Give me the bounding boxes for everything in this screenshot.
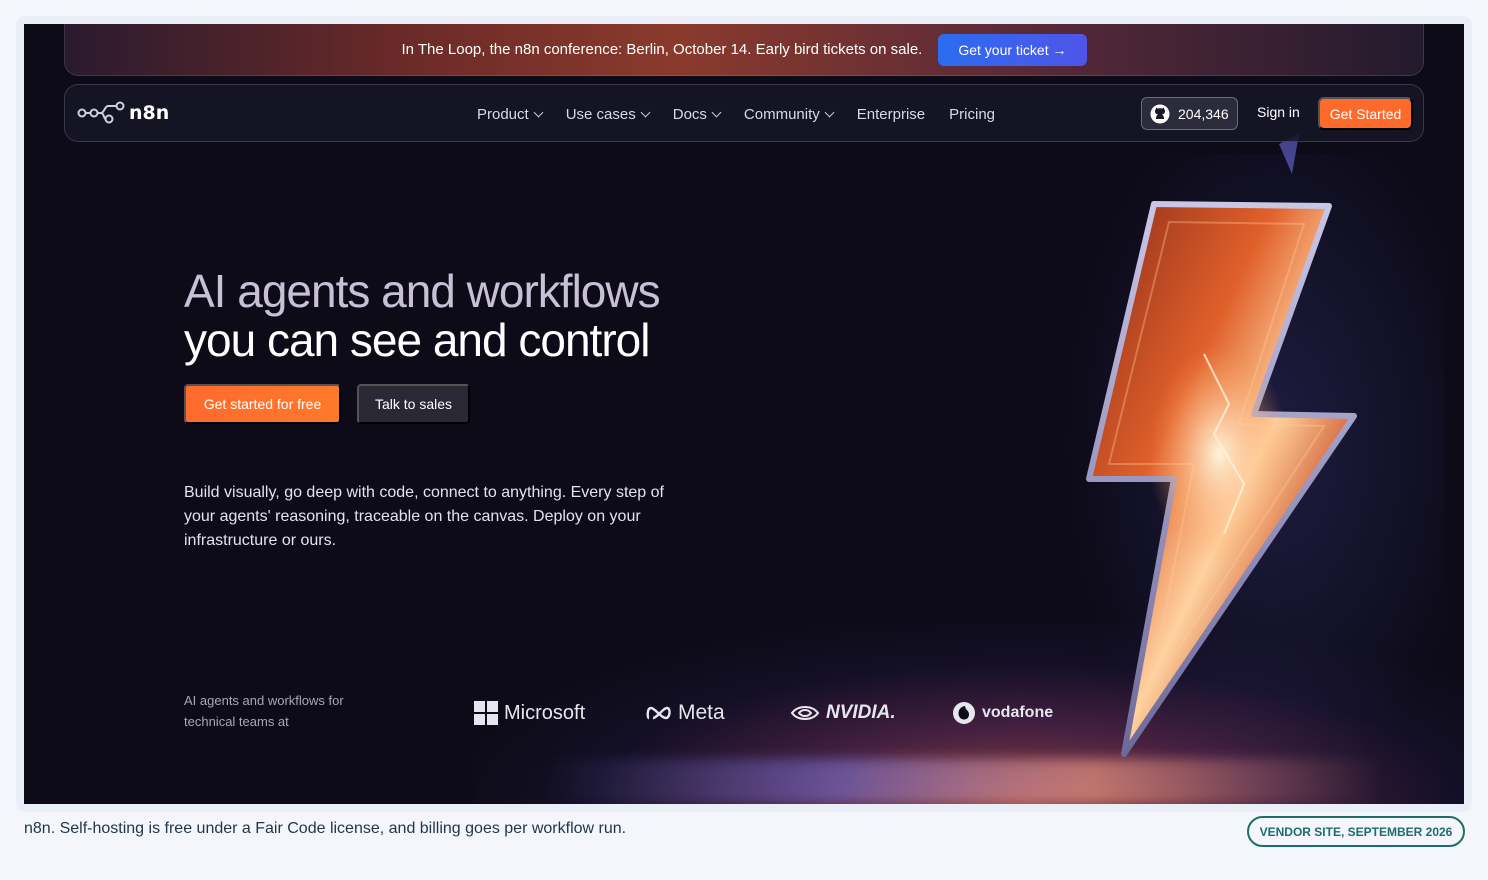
meta-logo: Meta	[646, 701, 790, 725]
nav-community-label: Community	[743, 105, 820, 123]
meta-wordmark: Meta	[678, 701, 725, 724]
customer-logos: Microsoft Meta NVIDIA. vodafone	[474, 698, 1053, 728]
hero-headline-line2: you can see and control	[184, 314, 650, 366]
sign-in-link[interactable]: Sign in	[1257, 104, 1300, 120]
hero-description: Build visually, go deep with code, conne…	[184, 484, 664, 549]
microsoft-wordmark: Microsoft	[504, 701, 586, 724]
banner-text: In The Loop, the n8n conference: Berlin,…	[401, 41, 923, 58]
n8n-logo[interactable]: n8n	[77, 101, 169, 125]
github-icon	[1150, 104, 1170, 123]
talk-to-sales-button[interactable]: Talk to sales	[357, 384, 470, 424]
vodafone-icon	[953, 702, 975, 724]
get-ticket-button[interactable]: Get your ticket →	[938, 33, 1087, 66]
lightning-bolt-illustration	[1086, 134, 1357, 757]
nav-use-cases[interactable]: Use cases	[565, 105, 651, 123]
nav-pricing-label: Pricing	[949, 105, 996, 123]
microsoft-icon	[474, 701, 498, 725]
top-navigation: n8n Product Use cases Docs Community Ent…	[64, 84, 1424, 142]
nvidia-eye-icon	[790, 706, 820, 720]
microsoft-logo: Microsoft	[474, 701, 646, 725]
figure-caption: n8n. Self-hosting is free under a Fair C…	[24, 820, 627, 837]
nav-product-label: Product	[477, 105, 529, 123]
nav-product[interactable]: Product	[477, 105, 544, 123]
github-stars-button[interactable]: 204,346	[1141, 97, 1238, 130]
nav-enterprise-label: Enterprise	[856, 105, 926, 123]
chevron-down-icon	[640, 107, 651, 117]
nvidia-logo: NVIDIA.	[790, 702, 952, 724]
get-started-free-button[interactable]: Get started for free	[184, 384, 341, 424]
chevron-down-icon	[824, 107, 835, 117]
website-viewport: In The Loop, the n8n conference: Berlin,…	[24, 24, 1464, 804]
github-star-count: 204,346	[1178, 105, 1229, 122]
chevron-down-icon	[533, 107, 544, 117]
vodafone-logo: vodafone	[952, 701, 1053, 725]
logo-wordmark: n8n	[129, 102, 170, 124]
chevron-down-icon	[711, 107, 722, 117]
meta-infinity-icon	[646, 706, 671, 720]
get-started-button[interactable]: Get Started	[1318, 97, 1413, 130]
nav-use-cases-label: Use cases	[565, 105, 636, 123]
nav-community[interactable]: Community	[743, 105, 835, 123]
nvidia-wordmark: NVIDIA.	[826, 702, 896, 723]
announcement-banner: In The Loop, the n8n conference: Berlin,…	[64, 24, 1424, 76]
trusted-by-label: AI agents and workflows for technical te…	[184, 693, 344, 729]
source-tag: VENDOR SITE, SEPTEMBER 2026	[1247, 816, 1465, 847]
nav-docs[interactable]: Docs	[672, 105, 722, 123]
vodafone-wordmark: vodafone	[982, 704, 1054, 721]
nav-enterprise[interactable]: Enterprise	[857, 106, 925, 123]
nav-docs-label: Docs	[672, 105, 707, 123]
n8n-logo-icon	[77, 101, 125, 124]
main-menu: Product Use cases Docs Community Enterpr…	[477, 85, 1019, 143]
hero-headline-line1: AI agents and workflows	[184, 265, 661, 317]
nav-pricing[interactable]: Pricing	[949, 106, 995, 123]
